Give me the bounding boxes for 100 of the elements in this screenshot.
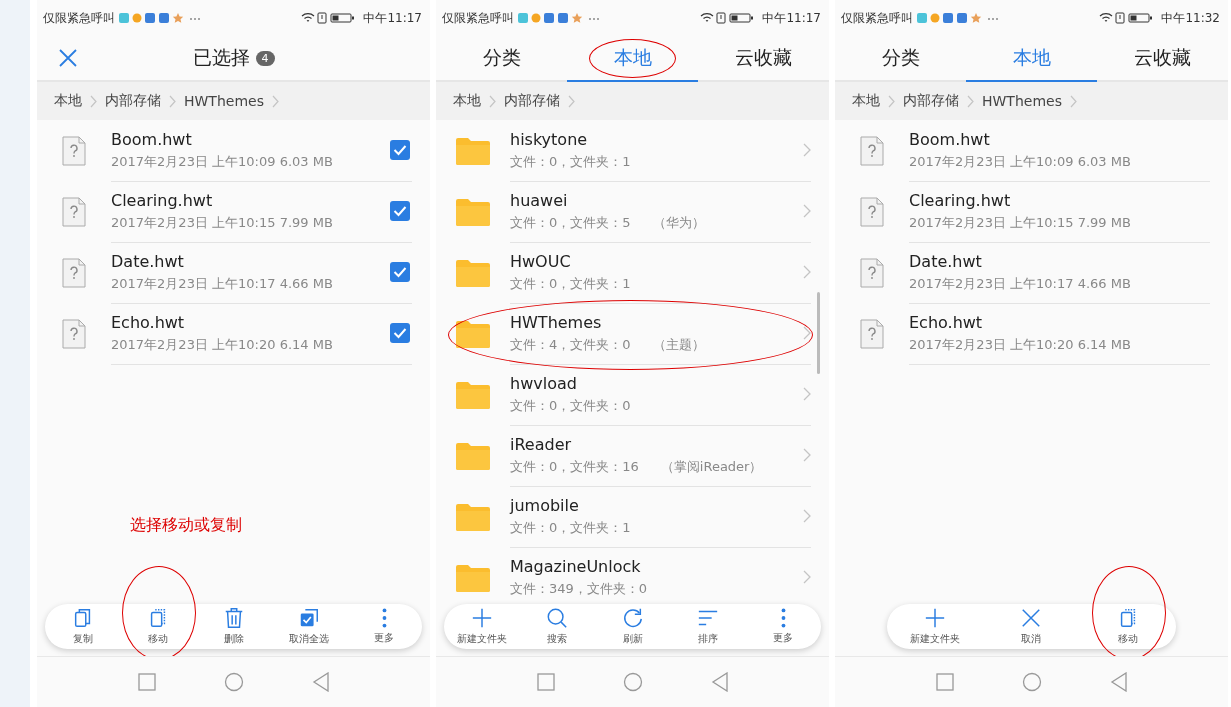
chevron-right-icon xyxy=(967,94,974,108)
folder-name[interactable]: huawei xyxy=(510,190,803,210)
toolbar-button[interactable]: 更多 xyxy=(352,604,417,649)
folder-icon xyxy=(456,258,490,287)
plus-icon xyxy=(924,607,947,629)
chevron-right-icon xyxy=(803,570,811,584)
recent-apps-button[interactable] xyxy=(536,673,555,691)
folder-icon xyxy=(456,563,490,592)
file-name[interactable]: Date.hwt xyxy=(909,251,1210,271)
folder-name[interactable]: jumobile xyxy=(510,495,803,515)
chevron-right-icon xyxy=(803,143,811,157)
file-name[interactable]: Echo.hwt xyxy=(909,312,1210,332)
folder-info: 文件：349，文件夹：0 xyxy=(510,579,648,598)
toolbar-button[interactable]: 复制 xyxy=(50,604,115,649)
folder-name[interactable]: iReader xyxy=(510,434,803,454)
chevron-right-icon xyxy=(1069,94,1077,108)
folder-name[interactable]: hiskytone xyxy=(510,129,803,149)
chevron-right-icon xyxy=(489,94,496,108)
file-name[interactable]: Boom.hwt xyxy=(909,129,1210,149)
breadcrumb-item[interactable]: 本地 xyxy=(852,92,880,110)
home-button[interactable] xyxy=(1021,672,1042,692)
recent-apps-button[interactable] xyxy=(935,673,954,691)
checkbox[interactable] xyxy=(390,201,410,221)
unknown-file-icon xyxy=(860,318,884,349)
folder-name[interactable]: hwvload xyxy=(510,373,803,393)
tab[interactable]: 云收藏 xyxy=(698,36,829,82)
chevron-right-icon xyxy=(803,265,811,279)
home-button[interactable] xyxy=(622,672,643,692)
chevron-right-icon xyxy=(803,448,811,462)
file-name[interactable]: Clearing.hwt xyxy=(111,190,390,210)
checkbox[interactable] xyxy=(390,262,410,282)
toolbar-button[interactable]: 取消 xyxy=(999,604,1064,649)
file-name[interactable]: Clearing.hwt xyxy=(909,190,1210,210)
annotation-text: 选择移动或复制 xyxy=(130,515,242,536)
toolbar-button[interactable]: 搜索 xyxy=(525,604,590,649)
toolbar-button[interactable]: 排序 xyxy=(675,604,740,649)
folder-info: 文件：0，文件夹：1 xyxy=(510,518,631,537)
chevron-right-icon xyxy=(271,94,279,108)
folder-note: （华为） xyxy=(652,213,705,232)
recent-apps-button[interactable] xyxy=(137,673,156,691)
carrier-text: 仅限紧急呼叫 xyxy=(841,9,913,27)
unknown-file-icon xyxy=(860,135,884,166)
home-button[interactable] xyxy=(223,672,244,692)
unknown-file-icon xyxy=(860,196,884,227)
toolbar-button[interactable]: 移动 xyxy=(1095,604,1160,649)
breadcrumb-item[interactable]: 本地 xyxy=(453,92,481,110)
chevron-right-icon xyxy=(803,204,811,218)
file-name[interactable]: Boom.hwt xyxy=(111,129,390,149)
folder-icon xyxy=(456,136,490,165)
unknown-file-icon xyxy=(62,135,86,166)
close-icon[interactable] xyxy=(59,49,77,67)
unknown-file-icon xyxy=(62,318,86,349)
more-icon xyxy=(780,608,786,628)
file-info: 2017年2月23日 上午10:17 4.66 MB xyxy=(909,274,1131,293)
clock-text: 中午11:17 xyxy=(762,9,821,27)
file-info: 2017年2月23日 上午10:09 6.03 MB xyxy=(909,152,1131,171)
toolbar-button[interactable]: 删除 xyxy=(201,604,266,649)
checkbox[interactable] xyxy=(390,323,410,343)
clock-text: 中午11:17 xyxy=(363,9,422,27)
breadcrumb-item[interactable]: 内部存储 xyxy=(504,92,560,110)
folder-info: 文件：0，文件夹：1 xyxy=(510,152,631,171)
chevron-right-icon xyxy=(90,94,97,108)
folder-icon xyxy=(456,502,490,531)
folder-name[interactable]: HwOUC xyxy=(510,251,803,271)
back-button[interactable] xyxy=(1109,672,1128,692)
file-name[interactable]: Date.hwt xyxy=(111,251,390,271)
more-icon xyxy=(381,608,387,628)
folder-note: （主题） xyxy=(652,335,705,354)
chevron-right-icon xyxy=(803,509,811,523)
chevron-right-icon xyxy=(169,94,176,108)
checkbox[interactable] xyxy=(390,140,410,160)
tab[interactable]: 分类 xyxy=(835,36,966,82)
back-button[interactable] xyxy=(311,672,330,692)
toolbar-button[interactable]: 移动 xyxy=(126,604,191,649)
toolbar-button[interactable]: 新建文件夹 xyxy=(449,604,514,649)
unknown-file-icon xyxy=(860,257,884,288)
close-icon xyxy=(1020,607,1043,629)
folder-name[interactable]: HWThemes xyxy=(510,312,803,332)
breadcrumb-item[interactable]: 内部存储 xyxy=(105,92,161,110)
tab[interactable]: 分类 xyxy=(436,36,567,82)
file-name[interactable]: Echo.hwt xyxy=(111,312,390,332)
toolbar-button[interactable]: 新建文件夹 xyxy=(903,604,968,649)
chevron-right-icon xyxy=(803,387,811,401)
chevron-right-icon xyxy=(888,94,895,108)
toolbar-button[interactable]: 刷新 xyxy=(600,604,665,649)
file-info: 2017年2月23日 上午10:20 6.14 MB xyxy=(909,335,1131,354)
carrier-text: 仅限紧急呼叫 xyxy=(442,9,514,27)
clock-text: 中午11:32 xyxy=(1161,9,1220,27)
folder-info: 文件：0，文件夹：1 xyxy=(510,274,631,293)
folder-icon xyxy=(456,441,490,470)
breadcrumb-item[interactable]: HWThemes xyxy=(982,93,1062,109)
breadcrumb-item[interactable]: HWThemes xyxy=(184,93,264,109)
breadcrumb-item[interactable]: 本地 xyxy=(54,92,82,110)
toolbar-button[interactable]: 取消全选 xyxy=(276,604,341,649)
breadcrumb-item[interactable]: 内部存储 xyxy=(903,92,959,110)
folder-info: 文件：4，文件夹：0 xyxy=(510,335,631,354)
folder-name[interactable]: MagazineUnlock xyxy=(510,556,803,576)
back-button[interactable] xyxy=(710,672,729,692)
toolbar-button[interactable]: 更多 xyxy=(751,604,816,649)
tab[interactable]: 云收藏 xyxy=(1097,36,1228,82)
